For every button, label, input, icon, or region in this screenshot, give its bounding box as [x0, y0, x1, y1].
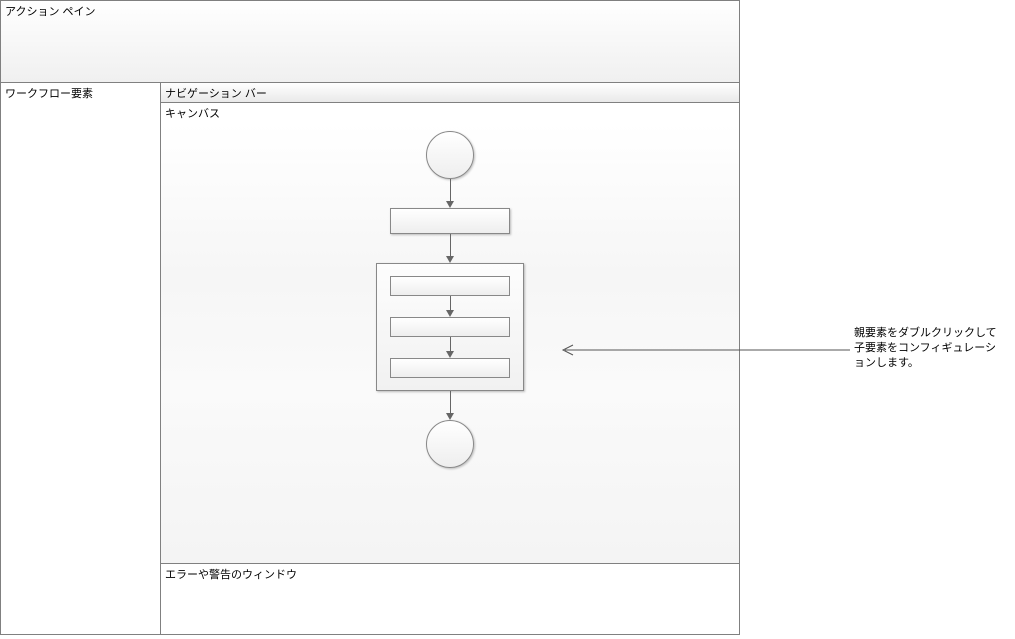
workflow-elements-sidebar: ワークフロー要素: [1, 83, 161, 634]
navigation-bar: ナビゲーション バー: [161, 83, 739, 103]
workflow-diagram: [376, 131, 524, 468]
flow-arrow-icon: [446, 391, 454, 420]
errors-pane-label: エラーや警告のウィンドウ: [165, 569, 297, 581]
main-column: ナビゲーション バー キャンバス: [161, 83, 739, 634]
child-element[interactable]: [390, 276, 510, 296]
navigation-bar-label: ナビゲーション バー: [165, 88, 267, 100]
canvas-surface[interactable]: [161, 123, 739, 563]
activity-node[interactable]: [390, 208, 510, 234]
flow-arrow-icon: [446, 337, 454, 358]
start-node[interactable]: [426, 131, 474, 179]
action-pane-label: アクション ペイン: [5, 6, 96, 18]
errors-warnings-pane: エラーや警告のウィンドウ: [161, 564, 739, 634]
lower-region: ワークフロー要素 ナビゲーション バー キャンバス: [1, 83, 739, 634]
flow-arrow-icon: [446, 234, 454, 263]
action-pane: アクション ペイン: [1, 1, 739, 83]
annotation-text: 親要素をダブルクリックして子要素をコンフィギュレーションします。: [854, 326, 1004, 371]
canvas-label: キャンバス: [165, 108, 220, 120]
flow-arrow-icon: [446, 179, 454, 208]
child-element[interactable]: [390, 358, 510, 378]
canvas-pane: キャンバス: [161, 103, 739, 564]
flow-arrow-icon: [446, 296, 454, 317]
parent-element[interactable]: [376, 263, 524, 391]
child-element[interactable]: [390, 317, 510, 337]
sidebar-label: ワークフロー要素: [5, 88, 93, 100]
workflow-editor: アクション ペイン ワークフロー要素 ナビゲーション バー キャンバス: [0, 0, 740, 635]
end-node[interactable]: [426, 420, 474, 468]
